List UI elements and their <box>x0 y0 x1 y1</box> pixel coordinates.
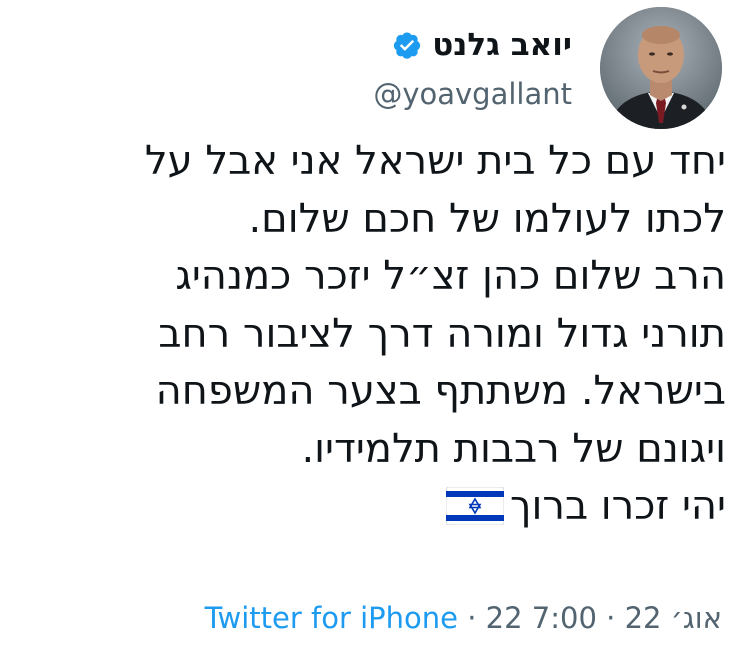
tweet-source-link[interactable]: Twitter for iPhone <box>205 601 458 635</box>
author-display-name[interactable]: יואב גלנט <box>432 27 572 63</box>
tweet-text-line: הרב שלום כהן זצ״ל יזכר כמנהיג <box>175 253 726 299</box>
tweet-text-line: לכתו לעולמו של חכם שלום. <box>248 195 726 242</box>
meta-separator: · <box>606 601 616 635</box>
tweet-text-line-last: יהי זכרו ברוך <box>16 478 726 536</box>
tweet-text: יחד עם כל בית ישראל אני אבל על לכתו לעול… <box>16 133 726 536</box>
tweet-text-line: יחד עם כל בית ישראל אני אבל על <box>144 138 726 184</box>
tweet-meta: Twitter for iPhone · 22 אוג׳ 22 · 7:00 <box>0 601 722 635</box>
name-row: יואב גלנט <box>392 27 572 63</box>
profile-photo <box>600 7 722 129</box>
tweet-text-line: תורני גדול ומורה דרך לציבור רחב <box>158 310 726 357</box>
tweet-card: יואב גלנט @yoavgallant יחד עם כל בית ישר… <box>0 0 750 651</box>
author-names: יואב גלנט @yoavgallant <box>373 25 572 111</box>
verified-badge-icon <box>394 32 421 59</box>
tweet-header: יואב גלנט @yoavgallant <box>373 6 722 130</box>
tweet-time[interactable]: 7:00 <box>532 601 597 635</box>
author-handle[interactable]: @yoavgallant <box>373 77 572 111</box>
israel-flag-icon <box>445 487 504 525</box>
meta-separator: · <box>467 601 477 635</box>
tweet-text-line: ויגונם של רבבות תלמידיו. <box>301 425 726 472</box>
tweet-text-line: יהי זכרו ברוך <box>509 483 726 529</box>
avatar[interactable] <box>600 7 722 129</box>
tweet-date[interactable]: 22 אוג׳ 22 <box>486 601 722 635</box>
tweet-text-line: בישראל. משתתף בצער המשפחה <box>155 368 726 414</box>
